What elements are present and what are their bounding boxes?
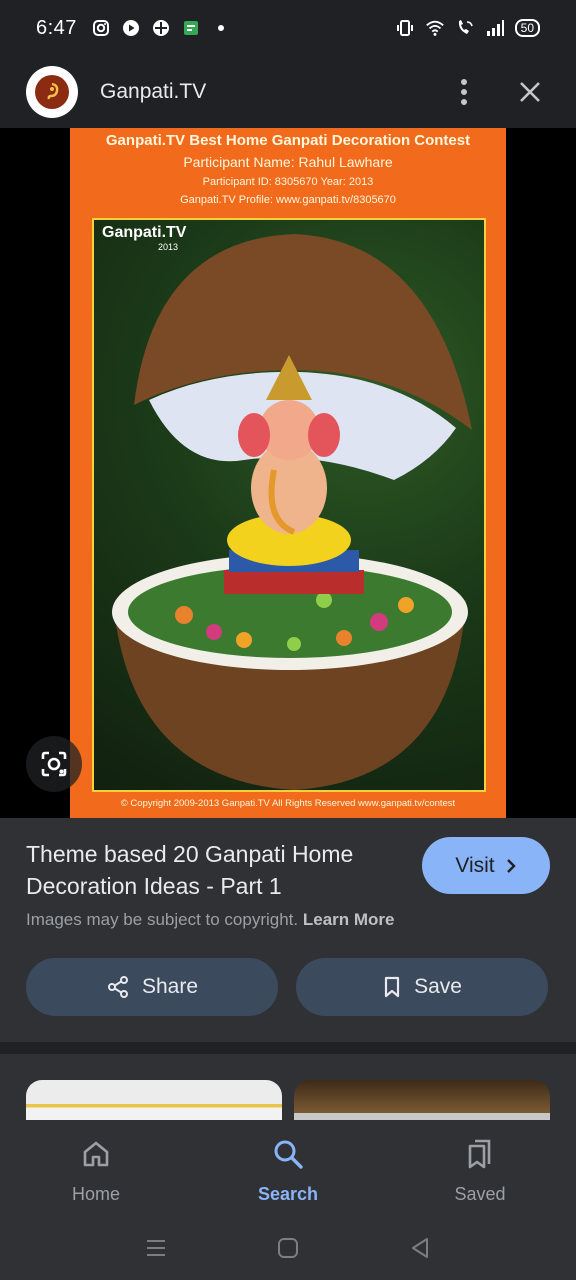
close-button[interactable] bbox=[510, 72, 550, 112]
instagram-icon bbox=[91, 18, 111, 38]
poster-profile: Ganpati.TV Profile: www.ganpati.tv/83056… bbox=[180, 194, 396, 206]
notification-icons bbox=[91, 18, 231, 38]
more-options-button[interactable] bbox=[444, 72, 484, 112]
nav-home[interactable]: Home bbox=[0, 1120, 192, 1220]
home-system-button[interactable] bbox=[276, 1236, 300, 1265]
nav-home-label: Home bbox=[71, 1184, 120, 1204]
nav-search[interactable]: Search bbox=[192, 1120, 384, 1220]
wifi-icon bbox=[425, 18, 445, 38]
nav-search-label: Search bbox=[257, 1184, 319, 1204]
app-icon bbox=[151, 18, 171, 38]
wifi-calling-icon bbox=[455, 18, 475, 38]
status-time: 6:47 bbox=[36, 16, 77, 39]
battery-indicator: 50 bbox=[514, 19, 540, 37]
poster-participant-id: Participant ID: 8305670 Year: 2013 bbox=[202, 176, 374, 188]
share-icon bbox=[107, 976, 128, 998]
result-info-panel: Theme based 20 Ganpati Home Decoration I… bbox=[0, 818, 576, 1042]
system-status-icons: 50 bbox=[395, 18, 540, 38]
viewer-header: Ganpati.TV bbox=[0, 56, 576, 128]
copyright-note-text: Images may be subject to copyright. bbox=[26, 910, 299, 929]
lens-icon bbox=[41, 751, 67, 777]
poster-title: Ganpati.TV Best Home Ganpati Decoration … bbox=[105, 132, 471, 149]
google-lens-button[interactable] bbox=[26, 736, 82, 792]
site-logo[interactable] bbox=[26, 66, 78, 118]
save-label: Save bbox=[414, 975, 462, 998]
signal-icon bbox=[485, 18, 505, 38]
copyright-note: Images may be subject to copyright. Lear… bbox=[26, 910, 395, 930]
dot-icon bbox=[211, 18, 231, 38]
recent-apps-button[interactable] bbox=[144, 1237, 168, 1264]
visit-label: Visit bbox=[455, 853, 495, 877]
image-viewer[interactable]: Ganpati.TV Best Home Ganpati Decoration … bbox=[0, 128, 576, 818]
close-icon bbox=[520, 82, 540, 102]
poster-participant-name: Participant Name: Rahul Lawhare bbox=[183, 154, 393, 170]
home-icon bbox=[81, 1136, 111, 1172]
nav-saved[interactable]: Saved bbox=[384, 1120, 576, 1220]
square-icon bbox=[278, 1237, 298, 1258]
result-image[interactable]: Ganpati.TV Best Home Ganpati Decoration … bbox=[70, 128, 506, 818]
saved-icon bbox=[465, 1136, 495, 1172]
chevron-right-icon bbox=[506, 858, 516, 873]
related-images bbox=[0, 1054, 576, 1120]
gallery-icon bbox=[181, 18, 201, 38]
search-icon bbox=[272, 1136, 304, 1172]
ganesha-logo-icon bbox=[35, 75, 69, 109]
status-bar: 6:47 50 bbox=[0, 0, 576, 56]
menu-icon bbox=[147, 1239, 165, 1256]
share-label: Share bbox=[141, 975, 199, 998]
ganpati-decoration-photo: Ganpati.TV 2013 bbox=[92, 218, 486, 792]
related-image-thumbnail[interactable] bbox=[26, 1080, 282, 1120]
nav-saved-label: Saved bbox=[454, 1184, 506, 1204]
bottom-navigation: Home Search Saved bbox=[0, 1120, 576, 1220]
back-triangle-icon bbox=[412, 1237, 428, 1258]
share-button[interactable]: Share bbox=[26, 958, 278, 1016]
coconut-shell-illustration bbox=[112, 234, 472, 790]
youtube-icon bbox=[121, 18, 141, 38]
site-name[interactable]: Ganpati.TV bbox=[100, 80, 206, 104]
result-title[interactable]: Theme based 20 Ganpati Home Decoration I… bbox=[26, 838, 416, 902]
visit-button[interactable]: Visit bbox=[422, 837, 550, 894]
more-vert-icon bbox=[461, 79, 467, 105]
save-button[interactable]: Save bbox=[296, 958, 548, 1016]
bookmark-icon bbox=[384, 976, 400, 998]
vibrate-icon bbox=[395, 18, 415, 38]
back-button[interactable] bbox=[408, 1236, 432, 1265]
photo-watermark-year: 2013 bbox=[158, 242, 179, 252]
poster-copyright: © Copyright 2009-2013 Ganpati.TV All Rig… bbox=[120, 798, 456, 809]
photo-watermark: Ganpati.TV bbox=[102, 224, 187, 241]
system-navigation-bar bbox=[0, 1220, 576, 1280]
related-image-thumbnail[interactable] bbox=[294, 1080, 550, 1120]
learn-more-link[interactable]: Learn More bbox=[303, 910, 395, 929]
